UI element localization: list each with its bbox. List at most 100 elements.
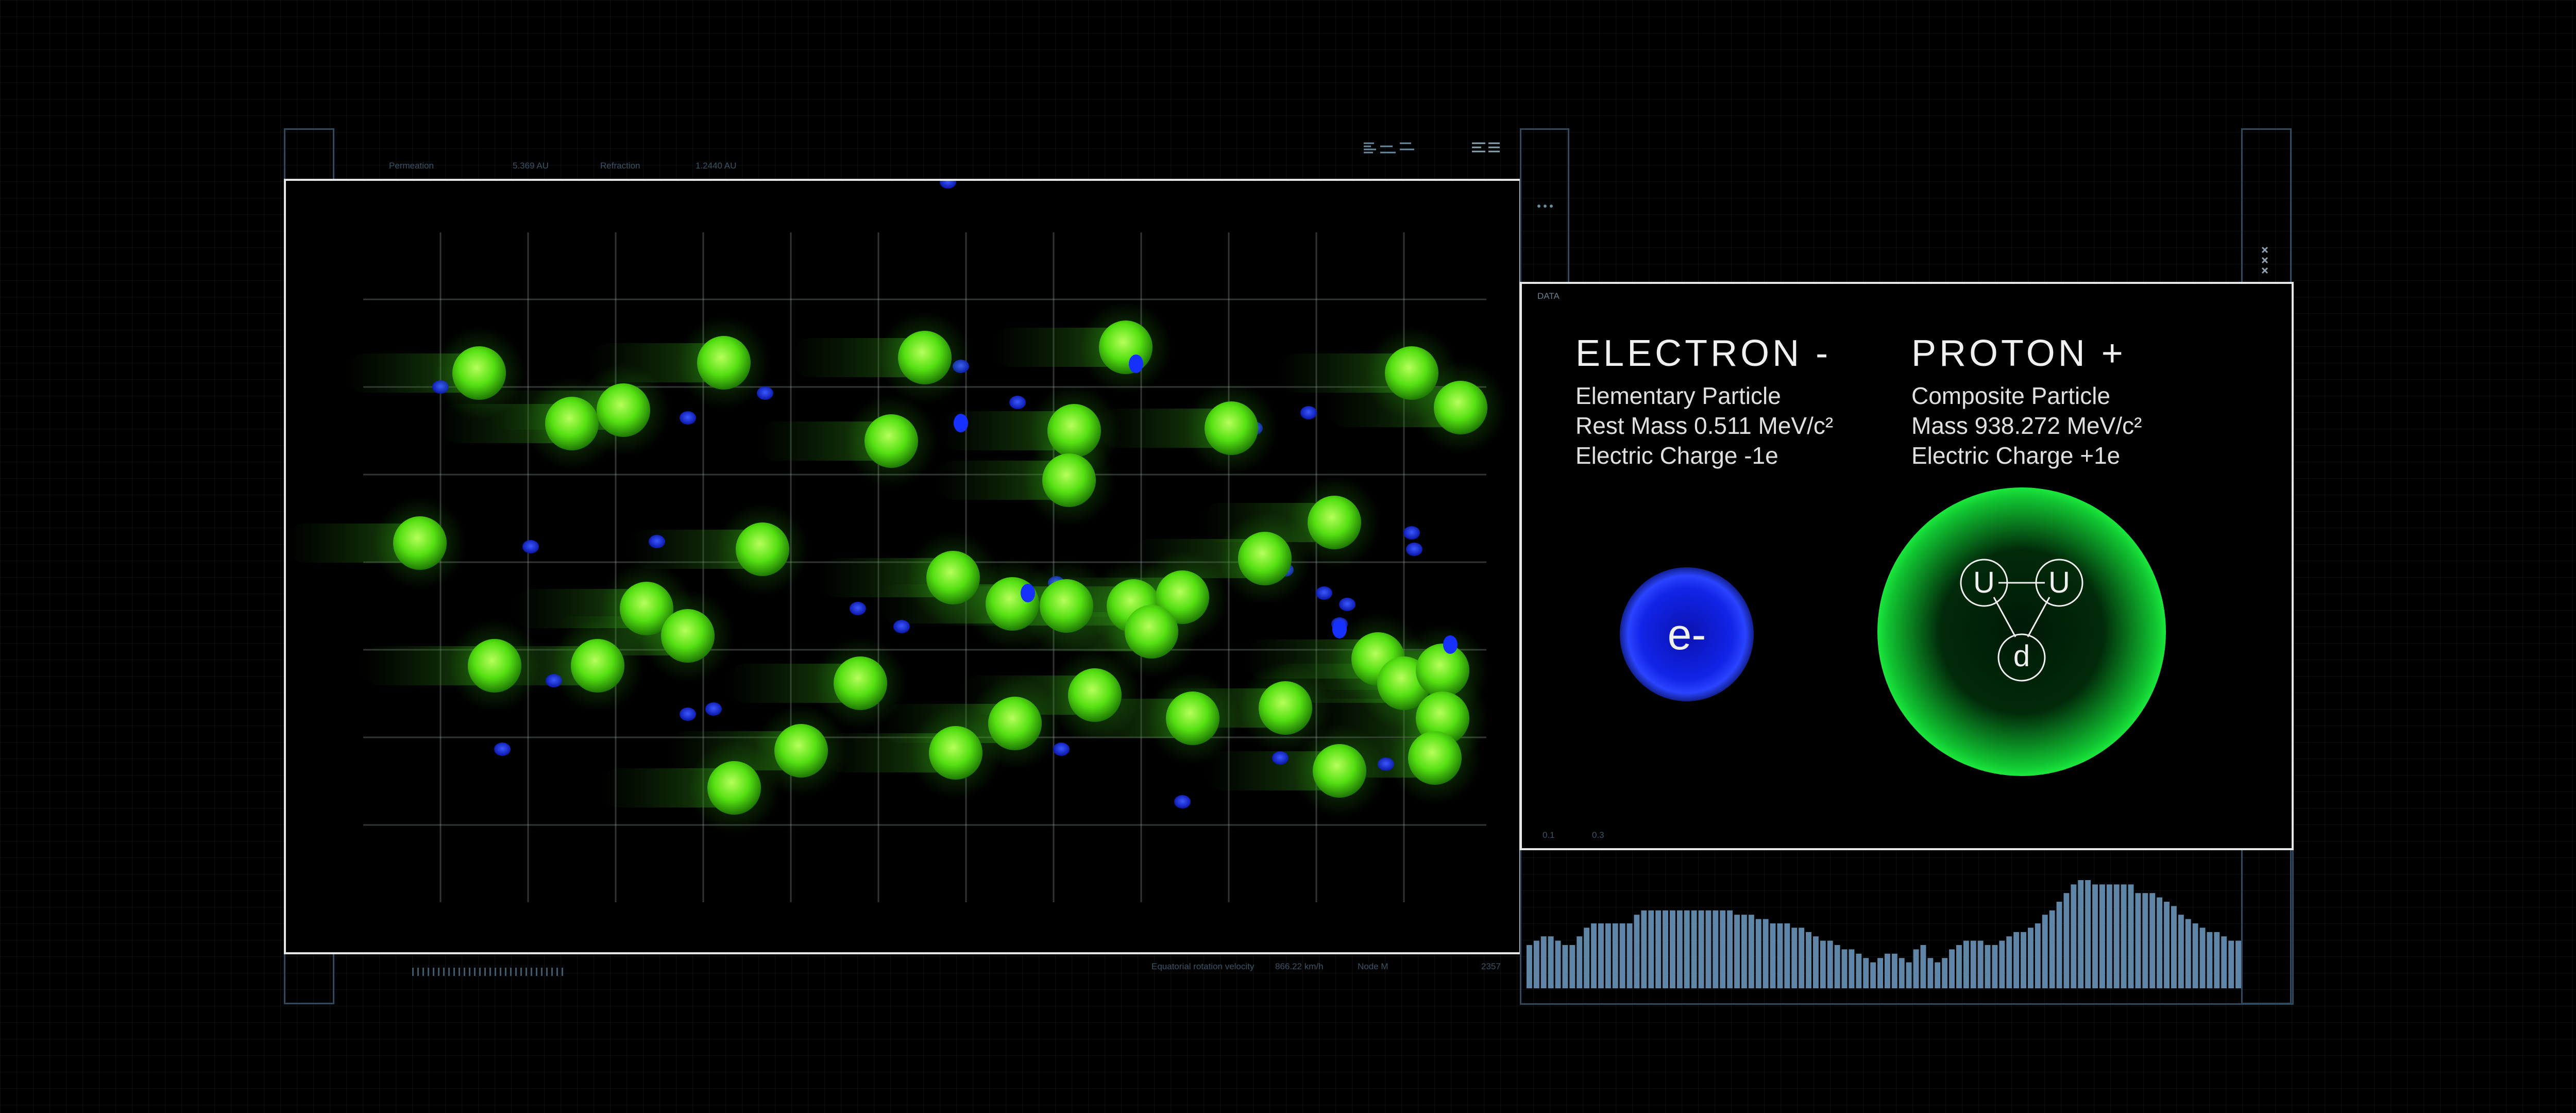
bottom-label-rotation: Equatorial rotation velocity — [1151, 962, 1255, 971]
electron-particle — [1332, 620, 1347, 638]
histogram-bar — [2035, 923, 2041, 988]
histogram-bar — [1992, 945, 1998, 988]
top-value-permeation: 5.369 AU — [513, 161, 549, 171]
histogram-bar — [1935, 962, 1941, 988]
histogram-bar — [1648, 910, 1654, 988]
histogram-bar — [1927, 958, 1934, 988]
histogram-bar — [1612, 923, 1618, 988]
connector-strip — [1520, 128, 1569, 283]
proton-particle — [1313, 744, 1366, 798]
electron-title: ELECTRON - — [1575, 333, 1832, 374]
electron-particle — [494, 743, 511, 756]
histogram-bar — [2135, 893, 2141, 988]
histogram-bar — [2164, 902, 2170, 988]
histogram-bar — [1949, 949, 1955, 988]
proton-particle — [1068, 668, 1122, 722]
electron-sphere-icon: e- — [1620, 567, 1754, 701]
top-value-refraction: 1.2440 AU — [696, 161, 737, 171]
proton-type: Composite Particle — [1911, 382, 2111, 409]
histogram-panel — [1520, 850, 2294, 1005]
proton-particle — [1385, 346, 1438, 400]
proton-particle — [898, 331, 952, 384]
histogram-bar — [1956, 945, 1962, 988]
histogram-bar — [2221, 936, 2227, 988]
histogram-bar — [1540, 936, 1547, 988]
electron-particle — [1021, 584, 1035, 602]
electron-particle — [1300, 406, 1317, 419]
electron-particle — [1339, 598, 1355, 611]
bottom-value-node: 2357 — [1481, 962, 1501, 971]
histogram-bar — [1670, 910, 1675, 988]
quark-d-label: d — [2013, 639, 2030, 673]
histogram-bar — [1605, 923, 1611, 988]
histogram-bar — [1849, 949, 1855, 988]
electron-particle — [705, 702, 722, 716]
histogram-bar — [2228, 940, 2234, 988]
electron-type: Elementary Particle — [1575, 382, 1781, 409]
histogram-bar — [2199, 927, 2206, 988]
histogram-bar — [2071, 884, 2077, 988]
proton-particle — [1166, 692, 1219, 745]
electron-particle — [649, 535, 665, 548]
histogram-bar — [1856, 953, 1862, 988]
histogram-bar — [1713, 910, 1719, 988]
histogram-bar — [1705, 910, 1711, 988]
proton-particle — [1042, 453, 1096, 507]
data-panel-header: DATA — [1537, 291, 1560, 301]
bottom-ruler — [412, 968, 567, 976]
histogram-bar — [2121, 884, 2127, 988]
proton-particle — [661, 609, 715, 663]
electron-particle — [680, 707, 696, 721]
particle-viewer[interactable] — [284, 179, 1521, 954]
histogram-bar — [1734, 915, 1740, 988]
histogram-bar — [1942, 958, 1948, 988]
histogram-bar — [1970, 940, 1976, 988]
dots-icon[interactable] — [1537, 202, 1555, 208]
histogram-bar — [1799, 927, 1805, 988]
electron-particle — [940, 181, 956, 189]
bottom-label-node: Node M — [1358, 962, 1388, 971]
histogram-bar — [1999, 940, 2005, 988]
histogram-bar — [2021, 932, 2026, 988]
histogram-bar — [1748, 915, 1754, 988]
histogram-bar — [2042, 915, 2048, 988]
histogram-bar — [1634, 915, 1640, 988]
proton-particle — [1125, 605, 1178, 659]
electron-particle — [680, 411, 696, 425]
proton-particle — [1099, 321, 1153, 374]
histogram-bar — [1577, 936, 1583, 988]
histogram-bar — [1619, 923, 1625, 988]
histogram-bar — [1663, 910, 1668, 988]
histogram-bar — [2185, 919, 2191, 988]
histogram-bar — [1741, 915, 1747, 988]
histogram-bar — [1598, 923, 1604, 988]
histogram-bar — [1791, 927, 1798, 988]
histogram-bar — [1727, 910, 1733, 988]
histogram-bar — [1562, 945, 1568, 988]
histogram-bar — [1555, 940, 1561, 988]
quark-u2-label: U — [2048, 566, 2070, 599]
histogram-bar — [1533, 940, 1539, 988]
proton-particle — [929, 726, 982, 780]
histogram-bar — [2028, 927, 2033, 988]
histogram-bar — [1691, 910, 1697, 988]
histogram-bar — [2149, 893, 2156, 988]
proton-particle — [1308, 496, 1361, 549]
histogram-bar — [2085, 880, 2091, 988]
proton-particle — [834, 656, 887, 710]
electron-particle — [1443, 635, 1458, 654]
proton-particle — [1205, 401, 1258, 455]
electron-particle — [954, 414, 968, 432]
proton-particle — [1238, 532, 1292, 585]
close-x-icon[interactable] — [2258, 243, 2277, 279]
quark-u1-label: U — [1973, 566, 1995, 599]
histogram-bar — [2235, 940, 2241, 988]
histogram-bar — [1841, 949, 1848, 988]
proton-particle — [1416, 644, 1469, 697]
proton-particle — [597, 383, 650, 437]
menu-icon[interactable] — [1471, 141, 1502, 157]
histogram-bar — [1906, 962, 1912, 988]
histogram-bar — [2214, 932, 2220, 988]
histogram-bar — [1641, 910, 1647, 988]
histogram-bar — [2142, 893, 2148, 988]
